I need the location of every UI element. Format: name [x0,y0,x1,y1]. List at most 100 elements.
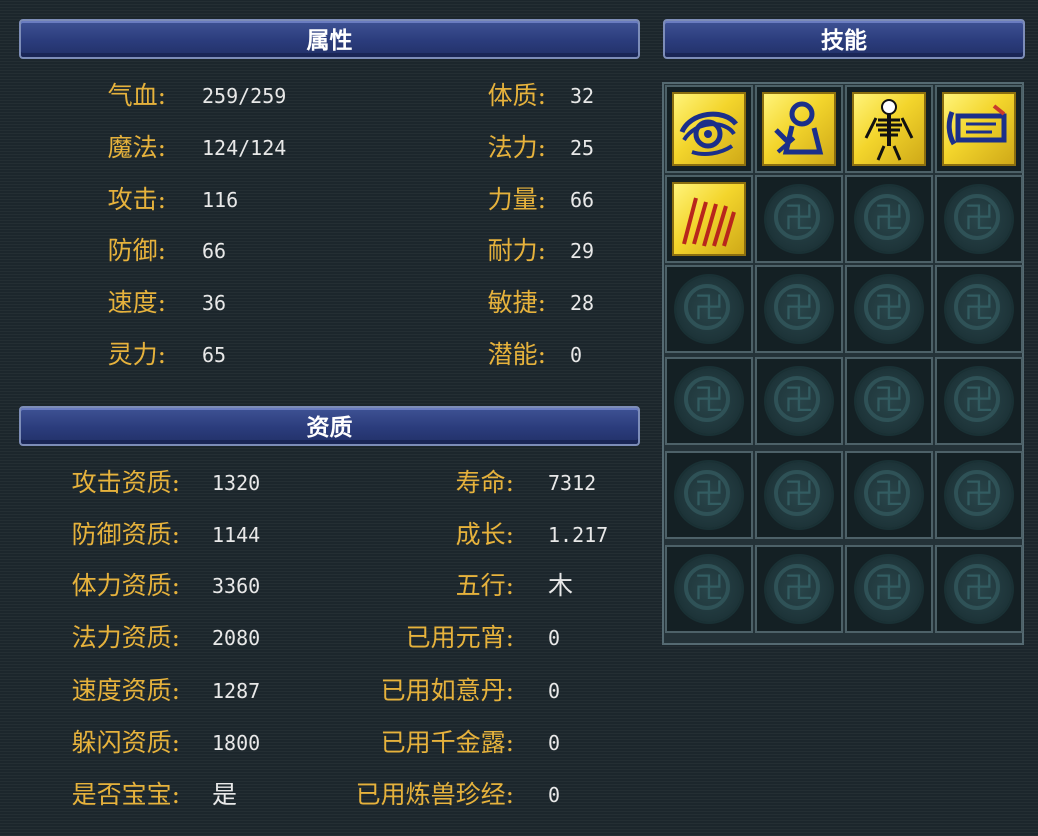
attr-label-endurance: 耐力: [487,236,546,265]
apt-label-speed: 速度资质: [71,676,180,705]
apt-value-element: 木 [548,571,574,600]
skill-slot[interactable] [755,357,843,445]
apt-value-used-ruyidan: 0 [548,679,561,703]
skill-slot[interactable] [665,265,753,353]
skill-slot[interactable] [665,357,753,445]
skill-slot[interactable] [845,175,933,263]
empty-slot-emblem-icon [766,462,832,528]
apt-label-defense: 防御资质: [71,520,180,549]
empty-slot-emblem-icon [676,462,742,528]
skill-slot[interactable] [665,85,753,173]
kneeling-figure-skill-icon[interactable] [762,92,836,166]
empty-slot-emblem-icon [946,276,1012,342]
skill-slot[interactable] [845,357,933,445]
empty-slot-emblem-icon [946,368,1012,434]
empty-slot-emblem-icon [946,186,1012,252]
apt-label-used-qianjinlu: 已用千金露: [380,728,514,757]
aptitude-header: 资质 [19,406,640,446]
apt-value-used-beast-scripture: 0 [548,783,561,807]
apt-label-is-baby: 是否宝宝: [71,780,180,809]
skill-slot[interactable] [935,85,1023,173]
attr-value-potential: 0 [570,343,583,367]
attr-label-strength: 力量: [487,185,546,214]
skill-slot[interactable] [665,545,753,633]
empty-slot-emblem-icon [856,368,922,434]
skill-slot[interactable] [755,545,843,633]
empty-slot-emblem-icon [856,186,922,252]
skill-slot[interactable] [755,85,843,173]
skill-slot[interactable] [845,545,933,633]
skill-slot[interactable] [665,175,753,263]
apt-value-used-yuanxiao: 0 [548,626,561,650]
apt-label-element: 五行: [455,571,514,600]
attr-value-strength: 66 [570,188,595,212]
scroll-skill-icon[interactable] [942,92,1016,166]
empty-slot-emblem-icon [766,186,832,252]
skill-slot[interactable] [935,451,1023,539]
empty-slot-emblem-icon [946,556,1012,622]
eye-skill-icon[interactable] [672,92,746,166]
skill-slot[interactable] [755,265,843,353]
attr-value-speed: 36 [202,291,227,315]
empty-slot-emblem-icon [856,462,922,528]
apt-label-magic: 法力资质: [71,623,180,652]
empty-slot-emblem-icon [856,276,922,342]
attributes-header: 属性 [19,19,640,59]
attr-value-endurance: 29 [570,239,595,263]
attr-label-attack: 攻击: [107,185,166,214]
apt-value-attack: 1320 [212,471,261,495]
skill-grid [662,82,1024,645]
apt-label-stamina: 体力资质: [71,571,180,600]
empty-slot-emblem-icon [766,556,832,622]
skill-slot[interactable] [935,175,1023,263]
apt-label-attack: 攻击资质: [71,468,180,497]
skill-slot[interactable] [845,265,933,353]
attr-label-potential: 潜能: [487,340,546,369]
attr-value-hp: 259/259 [202,84,287,108]
skills-header: 技能 [663,19,1025,59]
attr-label-defense: 防御: [107,236,166,265]
apt-value-speed: 1287 [212,679,261,703]
attr-label-hp: 气血: [107,81,166,110]
attr-value-spirit: 65 [202,343,227,367]
skill-slot[interactable] [935,357,1023,445]
empty-slot-emblem-icon [676,276,742,342]
skill-slot[interactable] [845,451,933,539]
empty-slot-emblem-icon [856,556,922,622]
apt-label-used-yuanxiao: 已用元宵: [405,623,514,652]
apt-value-dodge: 1800 [212,731,261,755]
apt-label-growth: 成长: [455,520,514,549]
apt-value-defense: 1144 [212,523,261,547]
skill-slot[interactable] [935,265,1023,353]
apt-label-used-ruyidan: 已用如意丹: [380,676,514,705]
empty-slot-emblem-icon [946,462,1012,528]
attr-label-agility: 敏捷: [487,288,546,317]
skill-slot[interactable] [755,175,843,263]
claw-scratch-skill-icon[interactable] [672,182,746,256]
attr-value-defense: 66 [202,239,227,263]
empty-slot-emblem-icon [766,276,832,342]
skeleton-skill-icon[interactable] [852,92,926,166]
apt-value-lifespan: 7312 [548,471,597,495]
attr-label-magic-power: 法力: [487,133,546,162]
attr-label-constitution: 体质: [487,81,546,110]
empty-slot-emblem-icon [766,368,832,434]
apt-label-lifespan: 寿命: [455,468,514,497]
attr-label-spirit: 灵力: [107,340,166,369]
empty-slot-emblem-icon [676,368,742,434]
skill-slot[interactable] [755,451,843,539]
attr-value-magic-power: 25 [570,136,595,160]
apt-value-used-qianjinlu: 0 [548,731,561,755]
attr-value-constitution: 32 [570,84,595,108]
apt-value-growth: 1.217 [548,523,609,547]
skill-slot[interactable] [665,451,753,539]
apt-label-dodge: 躲闪资质: [71,728,180,757]
skill-slot[interactable] [935,545,1023,633]
apt-label-used-beast-scripture: 已用炼兽珍经: [355,780,514,809]
attr-value-agility: 28 [570,291,595,315]
attr-label-speed: 速度: [107,288,166,317]
apt-value-stamina: 3360 [212,574,261,598]
attr-label-mp: 魔法: [107,133,166,162]
apt-value-magic: 2080 [212,626,261,650]
skill-slot[interactable] [845,85,933,173]
